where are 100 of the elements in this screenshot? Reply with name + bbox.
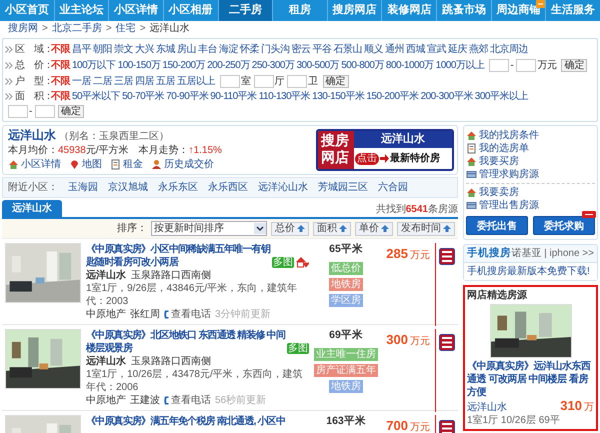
filter-option[interactable]: 密云 — [292, 43, 310, 56]
sidebar-link[interactable]: 我的找房条件 — [479, 129, 539, 142]
input-field[interactable] — [34, 105, 55, 118]
filter-option[interactable]: 一居 — [72, 75, 91, 88]
nearby-link[interactable]: 芳城园三区 — [318, 181, 368, 194]
sort-button[interactable]: 发布时间 — [397, 222, 455, 236]
filter-option[interactable]: 延庆 — [448, 43, 467, 56]
phone-link[interactable]: 查看电话 — [171, 308, 211, 321]
nav-tab[interactable]: 业主论坛 — [54, 0, 110, 21]
community-link[interactable]: 远洋山水 — [467, 401, 507, 414]
community-link[interactable]: 远洋山水 — [86, 355, 126, 368]
nav-tab[interactable]: 小区首页 — [0, 0, 55, 21]
nearby-link[interactable]: 六合园 — [378, 181, 408, 194]
filter-option[interactable]: 250-300万 — [252, 59, 294, 72]
filter-option[interactable]: 150-200平米 — [366, 90, 419, 103]
listing-title[interactable]: 《中原真实房》远洋山水东西通透 可改两居 中间楼层 看房方便 — [467, 360, 594, 399]
nav-tab[interactable]: 二手房 — [218, 0, 274, 21]
filter-option[interactable]: 100-150万 — [118, 59, 160, 72]
filter-option[interactable]: 北京周边 — [490, 43, 528, 56]
platform-links[interactable]: 诺基亚 | iphone >> — [511, 247, 594, 260]
filter-option[interactable]: 通州 — [385, 43, 404, 56]
filter-option[interactable]: 90-110平米 — [210, 90, 257, 103]
sort-dropdown[interactable]: 按更新时间排序 — [151, 221, 267, 236]
filter-option[interactable]: 50平米以下 — [72, 90, 120, 103]
filter-option[interactable]: 东城 — [156, 43, 175, 56]
sidebar-link[interactable]: 管理求购房源 — [479, 168, 539, 181]
download-link[interactable]: 手机搜房最新版本免费下载! — [464, 263, 597, 280]
filter-option[interactable]: 五居 — [156, 75, 175, 88]
filter-option[interactable]: 宣武 — [427, 43, 446, 56]
filter-option[interactable]: 崇文 — [114, 43, 133, 56]
filter-option[interactable]: 海淀 — [219, 43, 238, 56]
filter-option[interactable]: 四居 — [135, 75, 154, 88]
filter-option[interactable]: 大兴 — [135, 43, 154, 56]
filter-option[interactable]: 500-800万 — [341, 59, 384, 72]
input-field[interactable] — [220, 75, 240, 88]
nav-tab[interactable]: 小区详情 — [109, 0, 164, 21]
community-link[interactable]: 地图 — [82, 158, 102, 171]
ad-banner[interactable]: 搜房网店 远洋山水 点击 最新特价房 — [316, 129, 454, 171]
filter-option[interactable]: 130-150平米 — [312, 90, 364, 103]
community-link[interactable]: 远洋山水 — [86, 269, 126, 282]
nav-tab[interactable]: 跳蚤市场 — [437, 0, 492, 21]
nav-tab[interactable]: 搜房网店 — [328, 0, 382, 21]
filter-option[interactable]: 门头沟 — [261, 43, 290, 56]
sort-button[interactable]: 面积 — [313, 222, 351, 236]
filter-option[interactable]: 200-250万 — [207, 59, 250, 72]
filter-option[interactable]: 石景山 — [334, 43, 362, 56]
filter-option[interactable]: 丰台 — [198, 43, 217, 56]
delegate-button[interactable]: 委托求购 — [533, 216, 595, 235]
filter-option[interactable]: 顺义 — [364, 43, 383, 56]
filter-option[interactable]: 50-70平米 — [122, 90, 164, 103]
nearby-link[interactable]: 永乐西区 — [208, 181, 248, 194]
filter-option[interactable]: 200-300平米 — [420, 90, 473, 103]
filter-option[interactable]: 110-130平米 — [258, 90, 310, 103]
filter-option[interactable]: 五居以上 — [177, 75, 215, 88]
nav-tab[interactable]: 租房 — [273, 0, 328, 21]
filter-option[interactable]: 燕郊 — [469, 43, 488, 56]
filter-option[interactable]: 150-200万 — [162, 59, 206, 72]
community-link[interactable]: 小区详情 — [21, 158, 61, 171]
sidebar-link[interactable]: 管理出售房源 — [479, 199, 539, 212]
listing-title[interactable]: 《中原真实房》北区地铁口 东西通透 精装修 中间楼层观景房 — [86, 329, 286, 355]
listing-title[interactable]: 《中原真实房》满五年免个税房 南北通透, 小区中 — [86, 415, 309, 428]
filter-option[interactable]: 不限 — [51, 59, 70, 72]
nearby-link[interactable]: 远洋沁山水 — [258, 181, 308, 194]
nearby-link[interactable]: 永乐东区 — [158, 181, 198, 194]
filter-option[interactable]: 1000万以上 — [436, 59, 484, 72]
filter-option[interactable]: 不限 — [51, 43, 70, 56]
breadcrumb-link[interactable]: 住宅 — [116, 22, 136, 35]
filter-option[interactable]: 房山 — [177, 43, 196, 56]
sidebar-link[interactable]: 我要卖房 — [479, 186, 519, 199]
nav-tab[interactable]: 生活服务 — [546, 0, 600, 21]
filter-option[interactable]: 西城 — [406, 43, 425, 56]
filter-option[interactable]: 三居 — [114, 75, 133, 88]
filter-option[interactable]: 不限 — [51, 90, 70, 103]
filter-option[interactable]: 怀柔 — [240, 43, 259, 56]
input-field[interactable] — [8, 105, 28, 118]
filter-option[interactable]: 昌平 — [72, 43, 91, 56]
filter-option[interactable]: 800-1000万 — [386, 59, 434, 72]
filter-option[interactable]: 不限 — [51, 75, 70, 88]
sort-button[interactable]: 总价 — [271, 222, 309, 236]
confirm-button[interactable]: 确定 — [561, 59, 588, 72]
confirm-button[interactable]: 确定 — [322, 75, 348, 88]
nearby-link[interactable]: 京汉旭城 — [108, 181, 148, 194]
tab[interactable]: 远洋山水 — [2, 200, 62, 217]
breadcrumb-link[interactable]: 搜房网 — [8, 22, 38, 35]
filter-option[interactable]: 300平米以上 — [474, 90, 528, 103]
filter-option[interactable]: 300-500万 — [296, 59, 340, 72]
community-link[interactable]: 历史成交价 — [164, 158, 214, 171]
delegate-button[interactable]: 委托出售 — [466, 216, 528, 235]
filter-option[interactable]: 平谷 — [312, 43, 332, 56]
filter-option[interactable]: 100万以下 — [72, 59, 116, 72]
filter-option[interactable]: 70-90平米 — [166, 90, 208, 103]
filter-option[interactable]: 朝阳 — [93, 43, 112, 56]
input-field[interactable] — [254, 75, 274, 88]
community-link[interactable]: 租金 — [123, 158, 143, 171]
input-field[interactable] — [516, 59, 536, 72]
breadcrumb-link[interactable]: 北京二手房 — [52, 22, 102, 35]
listing-title[interactable]: 《中原真实房》小区中间稀缺满五年唯一有钥匙随时看房可改小两居 — [86, 243, 271, 269]
nearby-link[interactable]: 玉海园 — [68, 181, 98, 194]
filter-option[interactable]: 二居 — [93, 75, 112, 88]
sort-button[interactable]: 单价 — [355, 222, 393, 236]
